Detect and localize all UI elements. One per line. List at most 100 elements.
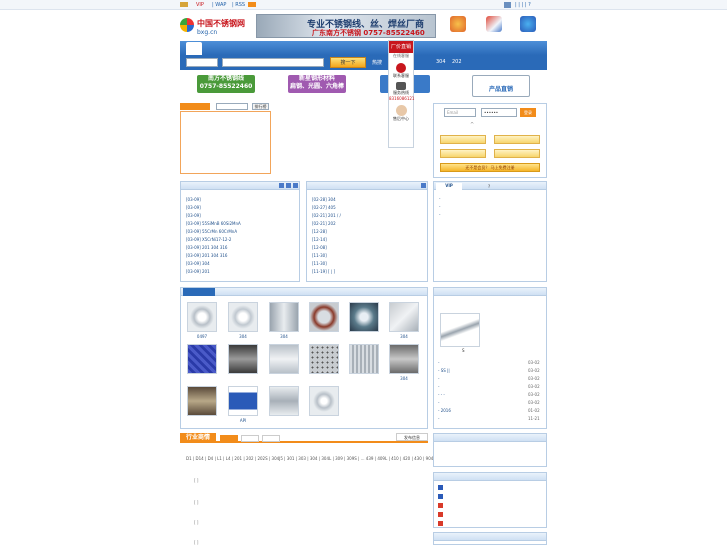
product-thumb[interactable] <box>349 344 379 374</box>
ad-direct-sale[interactable]: 产品直销 <box>472 75 530 97</box>
user-icon[interactable] <box>504 2 511 8</box>
news-item[interactable]: [12-08] <box>312 245 327 250</box>
float-contact[interactable]: 联系客服 <box>389 73 413 79</box>
news-title[interactable]: - <box>438 376 439 381</box>
news-item[interactable]: [02-28] 304 <box>312 197 336 202</box>
news-item[interactable]: [03-09] 201 304 316 <box>186 245 227 250</box>
vip-item[interactable]: - <box>439 204 440 209</box>
product-thumb[interactable] <box>269 302 299 332</box>
news-item[interactable]: [11-30] <box>312 253 327 258</box>
password-field[interactable]: •••••• <box>481 108 517 117</box>
product-caption[interactable]: API <box>228 418 258 423</box>
member-button-4[interactable] <box>494 149 540 158</box>
news-item[interactable]: [03-09] 201 <box>186 269 210 274</box>
hot-tag-304[interactable]: 304 <box>436 59 446 65</box>
news-item[interactable]: [02-21] 201 / / <box>312 213 341 218</box>
hot-tag-202[interactable]: 202 <box>452 59 462 65</box>
news-item[interactable]: [03-09] 304 <box>186 261 210 266</box>
news-item[interactable]: [03-09] <box>186 205 201 210</box>
news-item[interactable]: [03-09] <box>186 213 201 218</box>
news-title[interactable]: - <box>438 400 439 405</box>
rank-input[interactable] <box>216 103 248 110</box>
header-shortcut-icon-2[interactable] <box>486 16 502 32</box>
rss-icon[interactable] <box>248 2 256 7</box>
news-item[interactable]: [02-27] 405 <box>312 205 336 210</box>
product-thumb[interactable] <box>389 302 419 332</box>
market-tab-2[interactable] <box>241 435 259 442</box>
register-promo[interactable]: 还不是会员？ 马上免费注册 <box>440 163 540 172</box>
vip-tab[interactable]: VIP <box>436 183 462 191</box>
product-thumb[interactable] <box>349 302 379 332</box>
vip-item[interactable]: - <box>439 196 440 201</box>
market-row[interactable]: [ ] <box>194 520 198 525</box>
market-tab-3[interactable] <box>262 435 280 442</box>
side-product-caption[interactable]: S <box>462 348 465 353</box>
news-title[interactable]: - - - <box>438 392 445 397</box>
product-thumb[interactable] <box>187 386 217 416</box>
news-item[interactable]: [03-09] 55CrMn 60CrMnA <box>186 229 237 234</box>
market-tab-1[interactable] <box>220 435 238 442</box>
header-shortcut-icon-1[interactable] <box>450 16 466 32</box>
member-button-3[interactable] <box>440 149 486 158</box>
gallery-tab-active[interactable] <box>183 288 215 296</box>
news-item[interactable]: [03-09] <box>186 197 201 202</box>
product-thumb[interactable] <box>269 344 299 374</box>
product-thumb[interactable] <box>269 386 299 416</box>
news-title[interactable]: - <box>438 384 439 389</box>
rss-link[interactable]: | RSS <box>232 2 245 8</box>
product-caption[interactable]: 304 <box>389 376 419 381</box>
left-tab-active[interactable] <box>180 103 210 110</box>
news-item[interactable]: [12-28] <box>312 229 327 234</box>
product-thumb[interactable] <box>228 302 258 332</box>
vip-item[interactable]: - <box>439 212 440 217</box>
product-thumb[interactable] <box>228 344 258 374</box>
product-thumb[interactable] <box>309 344 339 374</box>
member-button-1[interactable] <box>440 135 486 144</box>
vip-tab-2[interactable]: ? <box>488 184 490 189</box>
market-row[interactable]: [ ] <box>194 478 198 483</box>
news-item[interactable]: [03-09] 55SiMnB 60Si2MnA <box>186 221 241 226</box>
news-item[interactable]: [03-09] X5CrNi17-12-2 <box>186 237 231 242</box>
email-field[interactable]: Email <box>444 108 476 117</box>
product-caption[interactable]: 304 <box>228 334 258 339</box>
publish-button[interactable]: 发布信息 <box>396 433 428 441</box>
header-shortcut-icon-3[interactable] <box>520 16 536 32</box>
product-caption[interactable]: 304 <box>269 334 299 339</box>
news-item[interactable]: [11-19] [ | ] <box>312 269 335 274</box>
product-thumb[interactable] <box>309 302 339 332</box>
product-thumb[interactable] <box>228 386 258 416</box>
product-caption[interactable]: 304 <box>389 334 419 339</box>
search-category-select[interactable] <box>186 58 218 67</box>
search-button[interactable]: 搜一下 <box>330 57 366 68</box>
prev-icon[interactable] <box>279 183 284 188</box>
search-input[interactable] <box>222 58 324 67</box>
float-after-sales[interactable]: 售后中心 <box>389 116 413 122</box>
news-item[interactable]: [02-21] 202 <box>312 221 336 226</box>
product-thumb[interactable] <box>187 302 217 332</box>
home-icon[interactable] <box>180 2 188 7</box>
qq-icon[interactable] <box>396 63 406 73</box>
ad-xinxing[interactable]: 新星钢形材料 扁钢、光圆、六角棒 <box>288 75 346 93</box>
pause-icon[interactable] <box>286 183 291 188</box>
ad-nanfang[interactable]: 南方不锈钢线 0757-85522460 <box>197 75 255 93</box>
login-button[interactable]: 登录 <box>520 108 536 117</box>
mid-next-icon[interactable] <box>421 183 426 188</box>
product-thumb[interactable] <box>389 344 419 374</box>
market-row[interactable]: [ ] <box>194 540 198 545</box>
side-product-thumb[interactable] <box>440 313 480 347</box>
product-thumb[interactable] <box>309 386 339 416</box>
news-title[interactable]: - 2016 <box>438 408 451 413</box>
news-title[interactable]: - <box>438 416 439 421</box>
news-title[interactable]: - <box>438 360 439 365</box>
rank-button[interactable]: 排行榜 <box>252 103 269 110</box>
next-icon[interactable] <box>293 183 298 188</box>
vip-link[interactable]: VIP <box>196 2 204 8</box>
news-title[interactable]: - SS || <box>438 368 450 373</box>
news-item[interactable]: [12-14] <box>312 237 327 242</box>
site-logo[interactable]: 中国不锈钢网 bxg.cn <box>180 16 248 38</box>
product-thumb[interactable] <box>187 344 217 374</box>
top-right-links[interactable]: | | | | ? <box>515 2 531 8</box>
member-button-2[interactable] <box>494 135 540 144</box>
wap-link[interactable]: | WAP <box>212 2 226 8</box>
news-item[interactable]: [11-30] <box>312 261 327 266</box>
